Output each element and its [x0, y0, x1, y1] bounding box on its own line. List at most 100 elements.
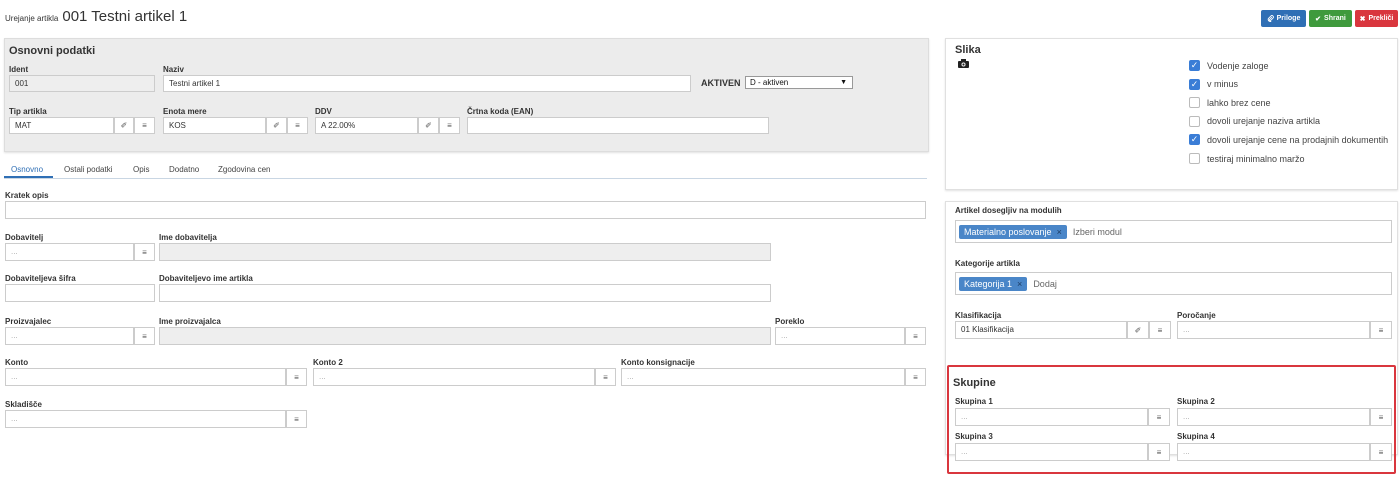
skladisce-list-button[interactable]: ≡ [286, 410, 307, 428]
enota-mere-field[interactable]: KOS [163, 117, 266, 134]
klasifikacija-field[interactable]: 01 Klasifikacija [955, 321, 1127, 339]
dobavitelj-field[interactable]: ... [5, 243, 134, 261]
skupina1-placeholder: ... [961, 412, 968, 421]
preklici-button[interactable]: ✖ Prekliči [1355, 10, 1398, 27]
konto-konsignacije-list-button[interactable]: ≡ [905, 368, 926, 386]
dobaviteljeva-sifra-label: Dobaviteljeva šifra [5, 274, 76, 283]
poreklo-label: Poreklo [775, 317, 805, 326]
ddv-clear-button[interactable]: ✐ [418, 117, 439, 134]
option-checkbox-row[interactable]: lahko brez cene [1189, 97, 1271, 109]
skupina3-label: Skupina 3 [955, 432, 993, 441]
tag-remove-icon[interactable]: × [1057, 227, 1062, 236]
ddv-field[interactable]: A 22.00% [315, 117, 418, 134]
tip-artikla-field[interactable]: MAT [9, 117, 114, 134]
skupina4-field[interactable]: ... [1177, 443, 1370, 461]
klasifikacija-list-button[interactable]: ≡ [1149, 321, 1171, 339]
modul-tag-label: Materialno poslovanje [964, 226, 1052, 237]
ean-field[interactable] [467, 117, 769, 134]
checkbox-label: dovoli urejanje naziva artikla [1207, 116, 1321, 127]
page-header: Urejanje artikla 001 Testni artikel 1 [5, 8, 187, 25]
poreklo-placeholder: ... [781, 331, 788, 340]
skladisce-label: Skladišče [5, 400, 42, 409]
skupina1-label: Skupina 1 [955, 397, 993, 406]
poreklo-list-button[interactable]: ≡ [905, 327, 926, 345]
tab-osnovno[interactable]: Osnovno [11, 165, 43, 174]
proizvajalec-field[interactable]: ... [5, 327, 134, 345]
dobavitelj-label: Dobavitelj [5, 233, 44, 242]
checkbox-unchecked[interactable] [1189, 97, 1200, 109]
kategorije-field[interactable]: Kategorija 1 × Dodaj [955, 272, 1392, 295]
ident-label: Ident [9, 65, 29, 74]
eraser-icon: ✐ [425, 121, 432, 130]
enota-mere-list-button[interactable]: ≡ [287, 117, 308, 134]
checkbox-checked[interactable]: ✓ [1189, 60, 1200, 71]
dobaviteljeva-sifra-field[interactable] [5, 284, 155, 302]
naziv-field[interactable]: Testni artikel 1 [163, 75, 691, 92]
konto2-field[interactable]: ... [313, 368, 595, 386]
checkbox-label: dovoli urejanje cene na prodajnih dokume… [1207, 134, 1389, 145]
option-checkbox-row[interactable]: ✓ dovoli urejanje cene na prodajnih dokum… [1189, 134, 1389, 146]
skupina2-list-button[interactable]: ≡ [1370, 408, 1392, 426]
enota-mere-clear-button[interactable]: ✐ [266, 117, 287, 134]
kratek-opis-field[interactable] [5, 201, 926, 219]
dobaviteljevo-ime-field[interactable] [159, 284, 771, 302]
checkbox-checked[interactable]: ✓ [1189, 78, 1200, 90]
checkbox-unchecked[interactable] [1189, 115, 1200, 127]
list-icon: ≡ [142, 331, 147, 341]
camera-icon[interactable] [958, 59, 969, 68]
kategorije-label: Kategorije artikla [955, 259, 1020, 268]
konto-konsignacije-field[interactable]: ... [621, 368, 905, 386]
ime-proizvajalca-label: Ime proizvajalca [159, 317, 221, 326]
list-icon: ≡ [447, 121, 452, 130]
naziv-label: Naziv [163, 65, 184, 74]
skupina3-field[interactable]: ... [955, 443, 1148, 461]
shrani-button[interactable]: ✔ Shrani [1309, 10, 1352, 27]
konto2-placeholder: ... [319, 372, 326, 381]
priloge-button[interactable]: Priloge [1261, 10, 1306, 27]
konto2-list-button[interactable]: ≡ [595, 368, 616, 386]
eraser-icon: ✐ [120, 121, 128, 130]
skupina2-field[interactable]: ... [1177, 408, 1370, 426]
osnovni-podatki-panel [4, 38, 929, 152]
porocanje-list-button[interactable]: ≡ [1370, 321, 1392, 339]
tab-dodatno[interactable]: Dodatno [169, 165, 199, 174]
konto-list-button[interactable]: ≡ [286, 368, 307, 386]
tag-remove-icon[interactable]: × [1017, 279, 1022, 288]
skupina1-field[interactable]: ... [955, 408, 1148, 426]
ddv-label: DDV [315, 107, 332, 116]
ddv-list-button[interactable]: ≡ [439, 117, 460, 134]
ime-proizvajalca-field [159, 327, 771, 345]
tip-artikla-clear-button[interactable]: ✐ [114, 117, 134, 134]
porocanje-field[interactable]: ... [1177, 321, 1370, 339]
option-checkbox-row[interactable]: testiraj minimalno maržo [1189, 153, 1305, 164]
check-icon: ✔ [1315, 15, 1322, 23]
option-checkbox-row[interactable]: ✓ Vodenje zaloge [1189, 60, 1269, 71]
tab-opis[interactable]: Opis [133, 165, 149, 174]
shrani-label: Shrani [1324, 15, 1346, 22]
aktiven-label: AKTIVEN [701, 78, 741, 88]
option-checkbox-row[interactable]: ✓ v minus [1189, 78, 1238, 90]
skladisce-field[interactable]: ... [5, 410, 286, 428]
checkbox-checked[interactable]: ✓ [1189, 134, 1200, 146]
option-checkbox-row[interactable]: dovoli urejanje naziva artikla [1189, 115, 1321, 127]
klasifikacija-clear-button[interactable]: ✐ [1127, 321, 1149, 339]
list-icon: ≡ [913, 372, 918, 382]
proizvajalec-list-button[interactable]: ≡ [134, 327, 155, 345]
poreklo-field[interactable]: ... [775, 327, 905, 345]
proizvajalec-placeholder: ... [11, 331, 18, 340]
dobavitelj-list-button[interactable]: ≡ [134, 243, 155, 261]
tab-ostali-podatki[interactable]: Ostali podatki [64, 165, 112, 174]
tab-zgodovina-cen[interactable]: Zgodovina cen [218, 165, 270, 174]
moduli-field[interactable]: Materialno poslovanje × Izberi modul [955, 220, 1392, 243]
skupina3-list-button[interactable]: ≡ [1148, 443, 1170, 461]
checkbox-unchecked[interactable] [1189, 153, 1200, 164]
tip-artikla-list-button[interactable]: ≡ [134, 117, 155, 134]
eraser-icon: ✐ [273, 121, 280, 130]
kategorije-placeholder: Dodaj [1033, 278, 1057, 289]
konto-field[interactable]: ... [5, 368, 286, 386]
skupina1-list-button[interactable]: ≡ [1148, 408, 1170, 426]
list-icon: ≡ [295, 121, 300, 130]
skupina4-list-button[interactable]: ≡ [1370, 443, 1392, 461]
aktiven-select[interactable]: D - aktiven ▼ [745, 76, 853, 89]
modul-tag: Materialno poslovanje × [959, 224, 1067, 239]
